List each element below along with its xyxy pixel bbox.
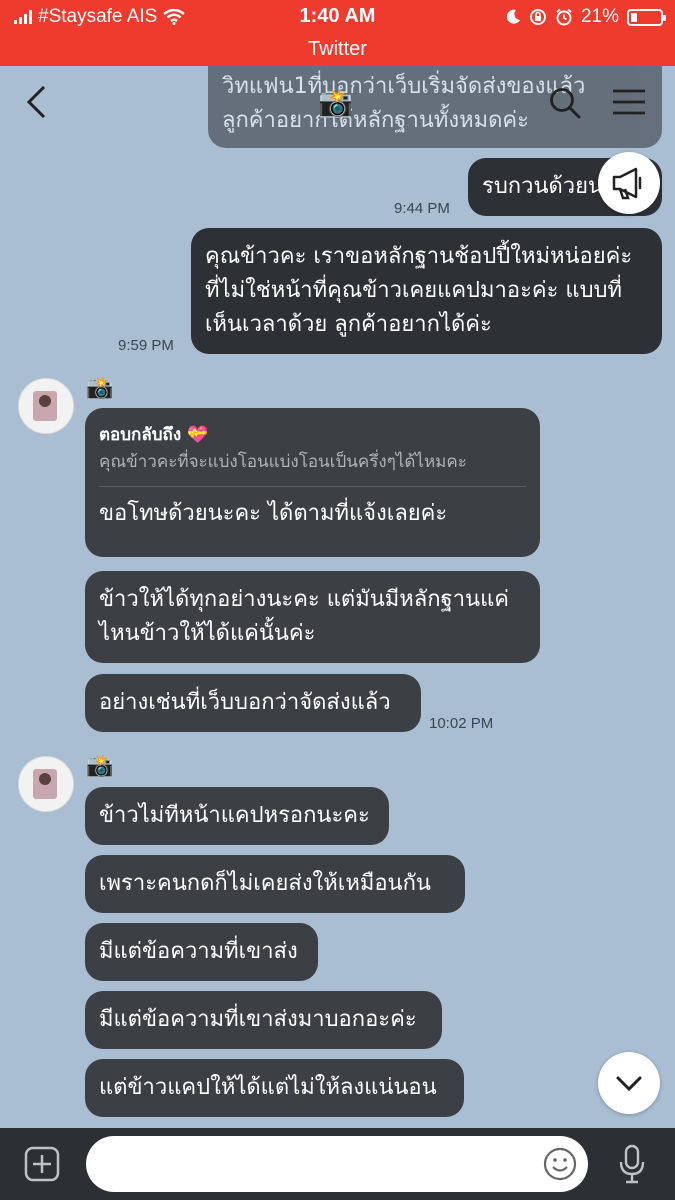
message-timestamp: 10:02 PM xyxy=(429,715,494,732)
message-line: ที่ไม่ใช่หน้าที่คุณข้าวเคยแคปมาอะค่ะ แบบ… xyxy=(205,278,623,303)
reply-label: ตอบกลับถึง xyxy=(99,425,182,445)
reply-message-bubble[interactable]: ตอบกลับถึง 💝 คุณข้าวคะที่จะแบ่งโอนแบ่งโอ… xyxy=(85,408,540,557)
message-bubble-incoming: ข้าวไม่ทีหน้าแคปหรอกนะคะ xyxy=(85,787,389,845)
moon-icon xyxy=(506,9,520,24)
heart-gift-icon: 💝 xyxy=(187,425,209,445)
message-bubble-incoming: มีแต่ข้อความที่เขาส่ง xyxy=(85,923,318,981)
scroll-to-bottom-button[interactable] xyxy=(598,1052,660,1114)
back-arrow-icon[interactable] xyxy=(22,84,52,120)
sender-avatar[interactable] xyxy=(18,756,74,812)
message-line: ข้าวให้ได้ทุกอย่างนะคะ แต่มันมีหลักฐานแค… xyxy=(99,587,509,612)
message-text: ข้าวไม่ทีหน้าแคปหรอกนะคะ xyxy=(99,803,370,828)
message-text: มีแต่ข้อความที่เขาส่ง xyxy=(99,939,298,964)
search-icon[interactable] xyxy=(548,86,582,120)
microphone-icon[interactable] xyxy=(618,1144,646,1184)
quoted-message: คุณข้าวคะที่จะแบ่งโอนแบ่งโอนเป็นครึ่งๆได… xyxy=(99,448,526,487)
rotation-lock-icon xyxy=(529,9,546,25)
message-text: แต่ข้าวแคปให้ได้แต่ไม่ให้ลงแน่นอน xyxy=(99,1075,437,1100)
message-line: ไหนข้าวให้ได้แค่นั้นค่ะ xyxy=(99,621,316,646)
alarm-icon xyxy=(556,8,572,26)
sender-name-camera-icon: 📸 xyxy=(86,376,114,401)
menu-icon[interactable] xyxy=(612,88,646,116)
message-text: มีแต่ข้อความที่เขาส่งมาบอกอะค่ะ xyxy=(99,1007,417,1032)
battery-icon xyxy=(627,8,666,26)
reply-header: ตอบกลับถึง 💝 xyxy=(99,422,526,448)
message-text: อย่างเช่นที่เว็บบอกว่าจัดส่งแล้ว xyxy=(99,690,391,715)
message-input[interactable] xyxy=(86,1136,588,1192)
message-bubble-outgoing: คุณข้าวคะ เราขอหลักฐานช้อปปี้ใหม่หน่อยค่… xyxy=(191,228,662,354)
message-bubble-incoming: มีแต่ข้อความที่เขาส่งมาบอกอะค่ะ xyxy=(85,991,442,1049)
sender-avatar[interactable] xyxy=(18,378,74,434)
message-bubble-incoming: อย่างเช่นที่เว็บบอกว่าจัดส่งแล้ว xyxy=(85,674,421,732)
message-bubble-incoming: แต่ข้าวแคปให้ได้แต่ไม่ให้ลงแน่นอน xyxy=(85,1059,464,1117)
battery-percent: 21% xyxy=(580,6,619,27)
add-attachment-icon[interactable] xyxy=(24,1146,60,1182)
status-bar: #Staysafe AIS 1:40 AM 21% xyxy=(0,0,675,34)
chevron-down-icon xyxy=(616,1076,642,1092)
status-right: 21% xyxy=(505,6,666,28)
chat-header: 📸 xyxy=(0,66,675,136)
message-bubble-incoming: ข้าวให้ได้ทุกอย่างนะคะ แต่มันมีหลักฐานแค… xyxy=(85,571,540,663)
announcement-button[interactable] xyxy=(598,152,660,214)
message-line: เห็นเวลาด้วย ลูกค้าอยากได้ค่ะ xyxy=(205,312,492,337)
message-text: ขอโทษด้วยนะคะ ได้ตามที่แจ้งเลยค่ะ xyxy=(99,501,448,526)
megaphone-icon xyxy=(612,167,642,200)
sender-name-camera-icon: 📸 xyxy=(86,754,114,779)
message-line: คุณข้าวคะ เราขอหลักฐานช้อปปี้ใหม่หน่อยค่… xyxy=(205,244,633,269)
emoji-icon[interactable] xyxy=(542,1146,578,1182)
message-timestamp: 9:44 PM xyxy=(394,200,450,217)
message-timestamp: 9:59 PM xyxy=(118,337,174,354)
return-to-app-link[interactable]: Twitter xyxy=(0,34,675,66)
message-input-bar xyxy=(0,1128,675,1200)
message-bubble-incoming: เพราะคนกดก็ไม่เคยส่งให้เหมือนกัน xyxy=(85,855,465,913)
chat-title-camera-icon: 📸 xyxy=(318,86,353,119)
message-text: เพราะคนกดก็ไม่เคยส่งให้เหมือนกัน xyxy=(99,871,431,896)
